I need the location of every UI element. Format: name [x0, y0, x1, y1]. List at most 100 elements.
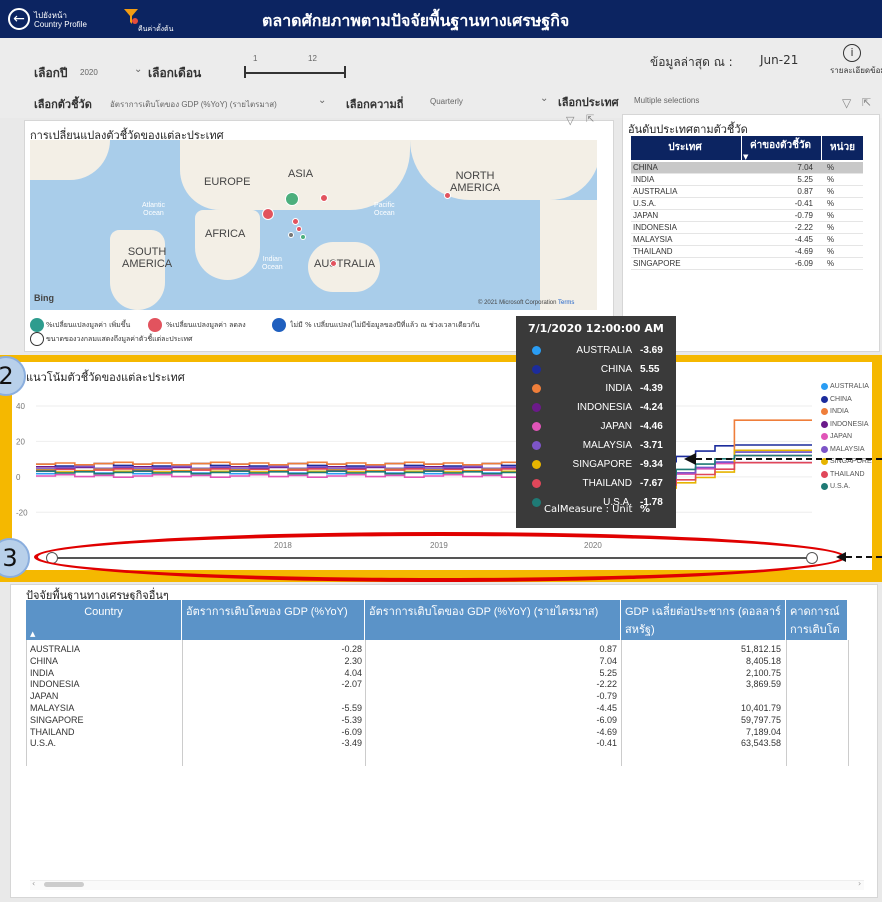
- trend-legend-item[interactable]: JAPAN: [821, 433, 854, 440]
- bubble-malaysia[interactable]: [296, 226, 302, 232]
- bubble-indonesia[interactable]: [300, 234, 306, 240]
- y-tick-label: 40: [16, 402, 25, 411]
- table-row[interactable]: SINGAPORE -5.39 -6.09 59,797.75: [26, 715, 848, 727]
- ranking-row[interactable]: INDIA 5.25%: [631, 174, 863, 186]
- frequency-chevron-down-icon[interactable]: ⌄: [540, 93, 548, 104]
- trend-legend-item[interactable]: INDONESIA: [821, 420, 871, 428]
- series-color-dot: [532, 479, 541, 488]
- col-gdp-per-capita[interactable]: GDP เฉลี่ยต่อประชากร (ดอลลาร์ สหรัฐ): [621, 600, 786, 640]
- col-forecast[interactable]: คาดการณ์การเติบโต ปีถัดไป (%YoY): [786, 600, 848, 640]
- tooltip-row: AUSTRALIA -3.69: [516, 342, 676, 361]
- trend-legend-item[interactable]: U.S.A.: [821, 483, 852, 490]
- table-row[interactable]: INDONESIA -2.07 -2.22 3,869.59: [26, 679, 848, 691]
- scroll-right-icon[interactable]: ›: [858, 879, 861, 888]
- cell-country: JAPAN: [30, 691, 59, 702]
- table-row[interactable]: THAILAND -6.09 -4.69 7,189.04: [26, 727, 848, 739]
- trend-legend-item[interactable]: CHINA: [821, 395, 854, 403]
- info-icon[interactable]: i: [843, 44, 861, 62]
- country-profile-link[interactable]: ไปยังหน้า Country Profile: [34, 11, 87, 29]
- latest-data-value: Jun-21: [760, 53, 799, 67]
- cell-gdp: -6.09: [341, 726, 362, 737]
- ranking-row[interactable]: JAPAN -0.79%: [631, 210, 863, 222]
- ranking-row[interactable]: AUSTRALIA 0.87%: [631, 186, 863, 198]
- trend-legend-item[interactable]: THAILAND: [821, 470, 867, 478]
- bubble-usa[interactable]: [444, 192, 451, 199]
- map-label-pacific: Pacific Ocean: [374, 202, 395, 217]
- ranking-row[interactable]: MALAYSIA -4.45%: [631, 234, 863, 246]
- cell-gdp-per-capita: 3,869.59: [745, 679, 781, 690]
- country-select[interactable]: Multiple selections: [634, 96, 699, 105]
- indicator-select[interactable]: อัตราการเติบโตของ GDP (%YoY) (รายไตรมาส): [110, 98, 277, 111]
- ranking-country: SINGAPORE: [633, 259, 681, 268]
- series-color-dot: [532, 441, 541, 450]
- table-row[interactable]: AUSTRALIA -0.28 0.87 51,812.15: [26, 644, 848, 656]
- legend-label: THAILAND: [830, 470, 865, 478]
- filter-funnel-icon[interactable]: ▽: [842, 96, 851, 110]
- ranking-value: 5.25: [797, 175, 813, 184]
- month-slider-handle-max[interactable]: [344, 66, 346, 78]
- indicator-chevron-down-icon[interactable]: ⌄: [318, 95, 326, 106]
- bubble-singapore[interactable]: [288, 232, 294, 238]
- tooltip-series-name: THAILAND: [582, 478, 632, 489]
- ranking-row[interactable]: INDONESIA -2.22%: [631, 222, 863, 234]
- horizontal-scrollbar[interactable]: [30, 880, 864, 890]
- tooltip-series-value: 5.55: [640, 364, 660, 375]
- ranking-country: INDIA: [633, 175, 655, 184]
- series-color-dot: [532, 346, 541, 355]
- back-arrow-icon[interactable]: ←: [8, 8, 30, 30]
- tooltip-series-name: MALAYSIA: [582, 440, 632, 451]
- ranking-row[interactable]: CHINA 7.04%: [631, 162, 863, 174]
- legend-label: AUSTRALIA: [830, 383, 869, 390]
- ranking-col-unit[interactable]: หน่วย: [821, 136, 863, 160]
- reset-filter-icon[interactable]: [124, 9, 138, 25]
- detail-link[interactable]: รายละเอียดข้อมูล: [830, 64, 882, 77]
- table-row[interactable]: U.S.A. -3.49 -0.41 63,543.58: [26, 738, 848, 750]
- map-label-asia: ASIA: [288, 168, 314, 180]
- ranking-row[interactable]: U.S.A. -0.41%: [631, 198, 863, 210]
- expand-icon[interactable]: ⇱: [862, 96, 871, 109]
- ranking-row[interactable]: THAILAND -4.69%: [631, 246, 863, 258]
- reset-label[interactable]: คืนค่าตั้งต้น: [138, 24, 173, 35]
- ranking-row[interactable]: SINGAPORE -6.09%: [631, 258, 863, 270]
- month-slider-track[interactable]: [244, 72, 346, 74]
- year-select[interactable]: 2020: [80, 68, 98, 77]
- y-tick-label: 20: [16, 437, 25, 446]
- ranking-value: -6.09: [794, 259, 813, 268]
- bubble-china[interactable]: [285, 192, 299, 206]
- scroll-left-icon[interactable]: ‹: [32, 879, 35, 888]
- bubble-india[interactable]: [262, 208, 274, 220]
- ranking-col-country[interactable]: ประเทศ: [631, 136, 739, 160]
- map-filter-icon[interactable]: ▽: [566, 114, 574, 127]
- cell-gdp-quarterly: -0.41: [596, 738, 617, 749]
- col-country[interactable]: Country: [26, 600, 182, 640]
- map-label-europe: EUROPE: [204, 176, 251, 188]
- bubble-thailand[interactable]: [292, 218, 299, 225]
- month-slider-handle-min[interactable]: [244, 66, 246, 78]
- bubble-australia[interactable]: [330, 260, 337, 267]
- trend-legend-item[interactable]: INDIA: [821, 408, 851, 415]
- table-row[interactable]: CHINA 2.30 7.04 8,405.18: [26, 656, 848, 668]
- column-divider: [182, 640, 183, 766]
- year-chevron-down-icon[interactable]: ⌄: [134, 64, 142, 75]
- scrollbar-thumb[interactable]: [44, 882, 84, 887]
- col-gdp-quarterly[interactable]: อัตราการเติบโตของ GDP (%YoY) (รายไตรมาส): [365, 600, 621, 640]
- col-gdp[interactable]: อัตราการเติบโตของ GDP (%YoY): [182, 600, 365, 640]
- legend-color-dot: [821, 420, 828, 428]
- table-row[interactable]: JAPAN -0.79: [26, 691, 848, 703]
- map-label-north-america: NORTH AMERICA: [450, 170, 501, 194]
- world-map[interactable]: EUROPE ASIA NORTH AMERICA AFRICA SOUTH AME…: [30, 140, 597, 310]
- country-filter-label: เลือกประเทศ: [558, 96, 619, 109]
- table-row[interactable]: MALAYSIA -5.59 -4.45 10,401.79: [26, 703, 848, 715]
- cell-country: SINGAPORE: [30, 714, 84, 725]
- sort-asc-icon[interactable]: ▲: [30, 630, 35, 638]
- ranking-unit: %: [827, 247, 835, 256]
- tooltip-series-name: CHINA: [600, 364, 632, 375]
- bubble-japan[interactable]: [320, 194, 328, 202]
- trend-legend-item[interactable]: AUSTRALIA: [821, 383, 871, 390]
- frequency-select[interactable]: Quarterly: [430, 97, 463, 106]
- column-divider: [786, 640, 787, 766]
- cell-country: AUSTRALIA: [30, 644, 81, 654]
- ranking-col-value[interactable]: ค่าของตัวชี้วัด: [741, 136, 819, 160]
- table-row[interactable]: INDIA 4.04 5.25 2,100.75: [26, 668, 848, 680]
- map-expand-icon[interactable]: ⇱: [586, 114, 594, 125]
